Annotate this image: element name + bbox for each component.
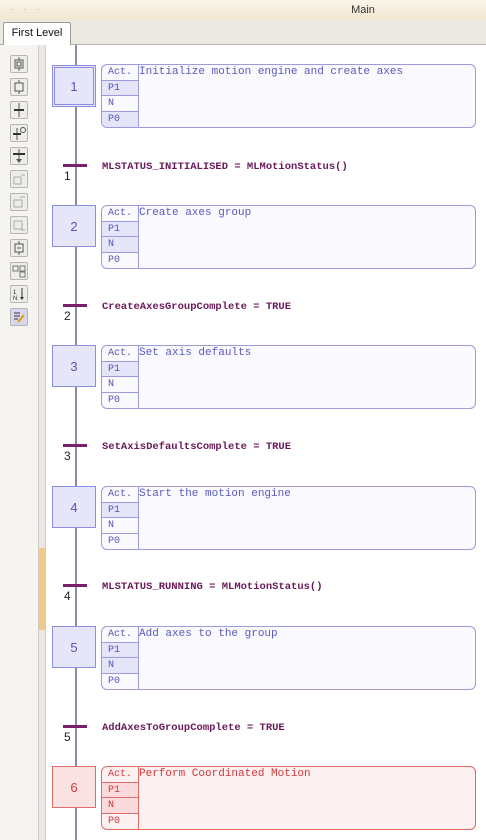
qualifier-p0: P0 — [108, 394, 121, 406]
action-block-6[interactable]: Act. P1 N P0 Perform Coordinated Motion — [101, 766, 476, 830]
action-text: Create axes group — [139, 207, 252, 219]
qualifier-act: Act. — [102, 65, 138, 81]
sfc-step-6-active[interactable]: 6 — [52, 766, 96, 808]
qualifier-n: N — [102, 96, 138, 112]
qualifier-act: Act. — [102, 346, 138, 362]
qualifier-p0: P0 — [108, 815, 121, 827]
qualifier-n: N — [102, 377, 138, 393]
action-block-2[interactable]: Act. P1 N P0 Create axes group — [101, 205, 476, 269]
step-transition-icon[interactable] — [10, 124, 28, 142]
transition-number: 4 — [64, 589, 71, 603]
ruler-highlight — [39, 548, 46, 630]
qualifier-p1: P1 — [102, 642, 138, 658]
step-number: 3 — [70, 358, 78, 374]
transition-bar-4[interactable] — [63, 584, 87, 587]
sfc-toolbar: 1N — [0, 45, 39, 840]
convergence-icon[interactable] — [10, 216, 28, 234]
action-text: Start the motion engine — [139, 488, 291, 500]
transition-condition[interactable]: SetAxisDefaultsComplete = TRUE — [102, 441, 291, 453]
qualifier-p1: P1 — [102, 361, 138, 377]
edit-action-icon[interactable] — [10, 308, 28, 326]
tab-strip: First Level — [0, 20, 486, 45]
step-number: 5 — [70, 639, 78, 655]
macro-step-icon[interactable] — [10, 239, 28, 257]
qualifier-n: N — [102, 518, 138, 534]
transition-bar-1[interactable] — [63, 164, 87, 167]
jump-icon[interactable] — [10, 147, 28, 165]
action-block-5[interactable]: Act. P1 N P0 Add axes to the group — [101, 626, 476, 690]
qualifier-n: N — [102, 798, 138, 814]
transition-number: 2 — [64, 309, 71, 323]
qualifier-p0: P0 — [102, 111, 138, 127]
action-block-4[interactable]: Act. P1 N P0 Start the motion engine — [101, 486, 476, 550]
qualifier-column: Act. P1 N P0 — [102, 627, 139, 689]
title-bar: · · · Main — [0, 0, 486, 21]
ruler — [39, 45, 46, 840]
action-block-1[interactable]: Act. P1 N P0 Initialize motion engine an… — [101, 64, 476, 128]
branch-icon[interactable] — [10, 170, 28, 188]
qualifier-act: Act. — [102, 206, 138, 222]
qualifier-p0: P0 — [108, 535, 121, 547]
transition-number: 3 — [64, 449, 71, 463]
action-text: Add axes to the group — [139, 628, 278, 640]
transition-number: 1 — [64, 169, 71, 183]
qualifier-p1: P1 — [102, 80, 138, 96]
init-step-icon[interactable] — [10, 55, 28, 73]
qualifier-n: N — [102, 658, 138, 674]
action-block-3[interactable]: Act. P1 N P0 Set axis defaults — [101, 345, 476, 409]
parallel-icon[interactable] — [10, 262, 28, 280]
transition-bar-2[interactable] — [63, 304, 87, 307]
sfc-step-4[interactable]: 4 — [52, 486, 96, 528]
qualifier-p1: P1 — [102, 502, 138, 518]
qualifier-act: Act. — [102, 767, 138, 783]
qualifier-column: Act. P1 N P0 — [102, 767, 139, 829]
transition-number: 5 — [64, 730, 71, 744]
qualifier-act: Act. — [102, 627, 138, 643]
qualifier-column: Act. P1 N P0 — [102, 65, 139, 127]
qualifier-column: Act. P1 N P0 — [102, 346, 139, 408]
divergence-icon[interactable] — [10, 193, 28, 211]
sfc-step-3[interactable]: 3 — [52, 345, 96, 387]
step-number: 2 — [70, 218, 78, 234]
action-text: Initialize motion engine and create axes — [139, 66, 404, 78]
qualifier-p1: P1 — [102, 782, 138, 798]
svg-text:N: N — [13, 296, 17, 301]
step-icon[interactable] — [10, 78, 28, 96]
qualifier-column: Act. P1 N P0 — [102, 487, 139, 549]
tab-first-level[interactable]: First Level — [3, 22, 71, 45]
transition-condition[interactable]: MLSTATUS_RUNNING = MLMotionStatus() — [102, 581, 323, 593]
qualifier-n: N — [102, 237, 138, 253]
transition-bar-3[interactable] — [63, 444, 87, 447]
transition-condition[interactable]: CreateAxesGroupComplete = TRUE — [102, 301, 291, 313]
qualifier-column: Act. P1 N P0 — [102, 206, 139, 268]
step-number: 4 — [70, 499, 78, 515]
window-title: Main — [351, 4, 375, 16]
action-text: Set axis defaults — [139, 347, 252, 359]
sort-icon[interactable]: 1N — [10, 285, 28, 303]
transition-condition[interactable]: MLSTATUS_INITIALISED = MLMotionStatus() — [102, 161, 348, 173]
sfc-step-5[interactable]: 5 — [52, 626, 96, 668]
qualifier-p0: P0 — [108, 675, 121, 687]
qualifier-p0: P0 — [108, 254, 121, 266]
step-number: 1 — [70, 78, 78, 94]
transition-condition[interactable]: AddAxesToGroupComplete = TRUE — [102, 722, 285, 734]
action-text: Perform Coordinated Motion — [139, 768, 311, 780]
transition-icon[interactable] — [10, 101, 28, 119]
sfc-step-2[interactable]: 2 — [52, 205, 96, 247]
sfc-step-1[interactable]: 1 — [52, 65, 96, 107]
qualifier-act: Act. — [102, 487, 138, 503]
qualifier-p1: P1 — [102, 221, 138, 237]
transition-bar-5[interactable] — [63, 725, 87, 728]
step-number: 6 — [70, 779, 78, 795]
